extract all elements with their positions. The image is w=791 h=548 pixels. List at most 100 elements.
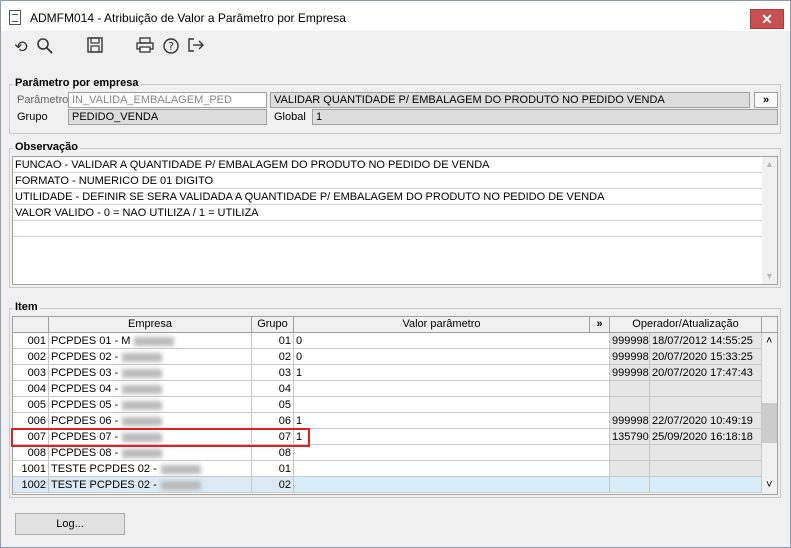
cell-text: 003 bbox=[27, 367, 46, 379]
table-cell-grupo: 08 bbox=[252, 445, 294, 461]
observation-line bbox=[13, 221, 762, 237]
cell-text: 0 bbox=[296, 351, 303, 363]
cell-text: PCPDES 01 - M bbox=[51, 335, 131, 347]
table-cell-code: 006 bbox=[13, 413, 49, 429]
highlight-box bbox=[11, 428, 310, 447]
table-cell-valor[interactable] bbox=[294, 477, 610, 493]
cell-text: 0 bbox=[296, 335, 303, 347]
table-cell-empresa: PCPDES 04 - bbox=[49, 381, 252, 397]
cell-text: 03 bbox=[278, 367, 291, 379]
table-cell-valor[interactable]: 1 bbox=[294, 429, 610, 445]
toolbar: ⟲ ? bbox=[1, 31, 790, 67]
exit-icon[interactable] bbox=[185, 37, 207, 59]
svg-text:?: ? bbox=[168, 40, 174, 53]
title-bar: ADMFM014 - Atribuição de Valor a Parâmet… bbox=[1, 1, 790, 31]
table-cell-code: 1001 bbox=[13, 461, 49, 477]
scroll-up-icon[interactable]: ▲ bbox=[765, 159, 774, 169]
column-header-valor[interactable]: Valor parâmetro bbox=[294, 317, 590, 333]
column-header-grupo[interactable]: Grupo bbox=[252, 317, 294, 333]
observation-scrollbar[interactable]: ▲ ▼ bbox=[762, 157, 777, 284]
cell-text: TESTE PCPDES 02 - bbox=[51, 479, 157, 491]
table-cell-op: 999998 bbox=[610, 349, 650, 365]
observation-line: VALOR VALIDO - 0 = NAO UTILIZA / 1 = UTI… bbox=[13, 205, 762, 221]
table-cell-code: 005 bbox=[13, 397, 49, 413]
log-button[interactable]: Log... bbox=[15, 513, 125, 535]
table-cell-grupo: 03 bbox=[252, 365, 294, 381]
observation-box[interactable]: FUNCAO - VALIDAR A QUANTIDADE P/ EMBALAG… bbox=[12, 156, 778, 285]
table-cell-data: 20/07/2020 15:33:25 bbox=[650, 349, 762, 365]
scroll-down-icon[interactable]: ▼ bbox=[765, 271, 774, 281]
redacted-text bbox=[122, 448, 163, 458]
cell-text: 20/07/2020 15:33:25 bbox=[652, 351, 753, 363]
save-icon[interactable] bbox=[84, 37, 106, 59]
table-cell-data: 25/09/2020 16:18:18 bbox=[650, 429, 762, 445]
column-header-code bbox=[13, 317, 49, 333]
cell-text: 05 bbox=[278, 399, 291, 411]
cell-text: 999998 bbox=[612, 415, 649, 427]
table-cell-valor[interactable]: 1 bbox=[294, 413, 610, 429]
table-cell-code: 003 bbox=[13, 365, 49, 381]
param-field[interactable]: IN_VALIDA_EMBALAGEM_PED bbox=[68, 92, 267, 108]
scroll-up-icon[interactable]: ˄ bbox=[766, 335, 772, 347]
cell-text: 22/07/2020 10:49:19 bbox=[652, 415, 753, 427]
table-cell-code: 001 bbox=[13, 333, 49, 349]
close-button[interactable]: ✕ bbox=[750, 9, 784, 29]
column-header-empresa[interactable]: Empresa bbox=[49, 317, 252, 333]
table-cell-code: 1002 bbox=[13, 477, 49, 493]
item-scrollbar[interactable]: ˄ ˅ bbox=[762, 333, 777, 494]
help-icon[interactable]: ? bbox=[160, 37, 182, 59]
table-cell-code: 002 bbox=[13, 349, 49, 365]
cell-text: PCPDES 08 - bbox=[51, 447, 119, 459]
param-group-title: Parâmetro por empresa bbox=[13, 77, 141, 89]
table-cell-code: 008 bbox=[13, 445, 49, 461]
table-cell-valor[interactable] bbox=[294, 381, 610, 397]
cell-text: 006 bbox=[27, 415, 46, 427]
scroll-thumb[interactable] bbox=[762, 403, 777, 443]
cell-text: PCPDES 05 - bbox=[51, 399, 119, 411]
redacted-text bbox=[160, 464, 201, 474]
table-cell-grupo: 04 bbox=[252, 381, 294, 397]
cell-text: 1002 bbox=[21, 479, 46, 491]
table-cell-op bbox=[610, 397, 650, 413]
item-table[interactable]: Empresa Grupo Valor parâmetro » Operador… bbox=[12, 316, 778, 495]
redacted-text bbox=[122, 400, 163, 410]
search-icon[interactable] bbox=[34, 37, 56, 59]
grupo-field: PEDIDO_VENDA bbox=[68, 109, 267, 125]
param-expand-button[interactable]: » bbox=[754, 92, 778, 108]
redacted-text bbox=[134, 336, 175, 346]
cell-text: PCPDES 03 - bbox=[51, 367, 119, 379]
table-cell-grupo: 06 bbox=[252, 413, 294, 429]
table-cell-op: 999998 bbox=[610, 365, 650, 381]
global-field: 1 bbox=[312, 109, 778, 125]
table-cell-valor[interactable] bbox=[294, 461, 610, 477]
table-cell-op bbox=[610, 445, 650, 461]
table-cell-valor[interactable]: 0 bbox=[294, 349, 610, 365]
print-icon[interactable] bbox=[134, 37, 156, 59]
table-cell-grupo: 01 bbox=[252, 333, 294, 349]
scroll-down-icon[interactable]: ˅ bbox=[766, 479, 772, 491]
table-cell-empresa: PCPDES 06 - bbox=[49, 413, 252, 429]
table-cell-valor[interactable]: 0 bbox=[294, 333, 610, 349]
cell-text: 002 bbox=[27, 351, 46, 363]
expand-columns-button[interactable]: » bbox=[590, 317, 610, 333]
table-cell-data bbox=[650, 397, 762, 413]
column-header-operador[interactable]: Operador/Atualização bbox=[610, 317, 762, 333]
observation-line: FUNCAO - VALIDAR A QUANTIDADE P/ EMBALAG… bbox=[13, 157, 762, 173]
table-cell-empresa: TESTE PCPDES 02 - bbox=[49, 477, 252, 493]
undo-icon[interactable]: ⟲ bbox=[10, 37, 32, 59]
table-body: 001 PCPDES 01 - M 01 0 999998 18/07/2012 14:5… bbox=[13, 333, 762, 494]
table-cell-valor[interactable] bbox=[294, 397, 610, 413]
header-spacer bbox=[762, 317, 777, 333]
cell-text: 08 bbox=[278, 447, 291, 459]
cell-text: 02 bbox=[278, 479, 291, 491]
redacted-text bbox=[122, 352, 163, 362]
redacted-text bbox=[122, 416, 163, 426]
table-cell-op: 135790 bbox=[610, 429, 650, 445]
table-cell-data bbox=[650, 461, 762, 477]
grupo-label: Grupo bbox=[17, 111, 48, 123]
item-group-title: Item bbox=[13, 301, 40, 313]
table-cell-valor[interactable]: 1 bbox=[294, 365, 610, 381]
table-cell-valor[interactable] bbox=[294, 445, 610, 461]
table-cell-data: 20/07/2020 17:47:43 bbox=[650, 365, 762, 381]
table-cell-data: 18/07/2012 14:55:25 bbox=[650, 333, 762, 349]
